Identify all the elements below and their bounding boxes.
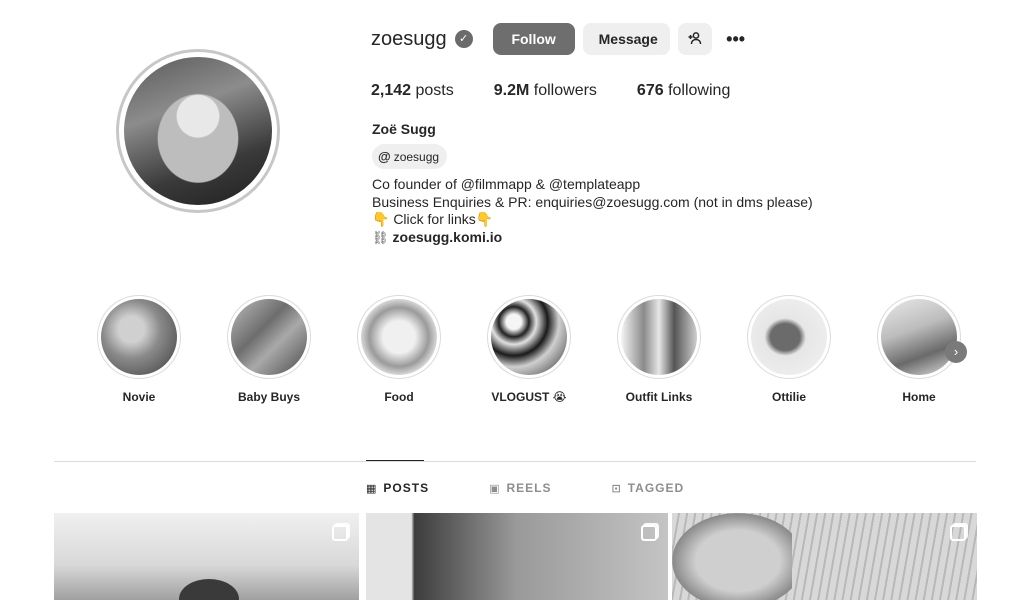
grid-icon: ▦ [366,482,378,495]
verified-badge-icon: ✓ [454,30,473,48]
highlight-cover [491,299,567,375]
posts-label: posts [415,82,454,99]
follow-button[interactable]: Follow [492,23,575,55]
chevron-right-icon[interactable]: › [945,341,967,363]
highlight-label: Food [384,390,414,404]
highlight-label: Outfit Links [625,390,693,404]
full-name: Zoë Sugg [372,121,436,137]
threads-handle: zoesugg [393,149,440,164]
highlight-cover [231,299,307,375]
tab-label: POSTS [383,481,430,495]
bio-link[interactable]: zoesugg.komi.io [393,229,503,245]
highlight-ring[interactable] [877,295,961,379]
highlight-ring[interactable] [617,295,701,379]
tab-reels[interactable]: ▣ REELS [489,481,551,495]
profile-tabs: ▦ POSTS ▣ REELS ⊡ TAGGED [366,481,744,495]
more-options-icon[interactable]: ••• [720,23,752,55]
story-highlights: Novie Baby Buys Food VLOGUST 😭 Outfit Li… [97,295,977,415]
profile-avatar[interactable] [124,57,272,205]
following-label: following [668,82,731,99]
bio-link-row[interactable]: ⛓ zoesugg.komi.io [372,229,813,247]
threads-icon: @ [378,149,391,164]
profile-stats: 2,142 posts 9.2M followers 676 following [371,82,770,100]
post-thumbnail[interactable] [54,513,359,600]
highlight-cover [361,299,437,375]
highlight-label: Home [902,390,936,404]
followers-stat[interactable]: 9.2M followers [494,82,597,100]
tab-label: TAGGED [627,481,685,495]
followers-count: 9.2M [493,82,530,99]
username: zoesugg [371,27,447,50]
highlight-label: Baby Buys [237,390,301,404]
following-stat[interactable]: 676 following [637,82,730,100]
highlight-item[interactable]: Food [357,295,441,404]
post-thumbnail[interactable] [366,513,668,600]
carousel-icon [641,525,657,541]
profile-header-row: zoesugg ✓ Follow Message ••• [371,23,752,55]
highlight-cover [751,299,827,375]
highlight-label: Novie [122,390,156,404]
tabs-divider [54,461,976,462]
highlight-item[interactable]: VLOGUST 😭 [487,295,571,404]
highlight-label: Ottilie [771,390,806,404]
reels-icon: ▣ [489,482,501,495]
link-icon: ⛓ [372,229,389,245]
highlight-item[interactable]: Outfit Links [617,295,701,404]
highlight-item[interactable]: Novie [97,295,181,404]
post-thumbnail[interactable] [672,513,977,600]
tagged-icon: ⊡ [611,482,622,495]
highlight-ring[interactable] [357,295,441,379]
carousel-icon [332,525,348,541]
message-button[interactable]: Message [582,23,670,55]
threads-badge[interactable]: @ zoesugg [372,144,448,169]
highlight-item[interactable]: Ottilie [747,295,831,404]
highlight-ring[interactable] [97,295,181,379]
tab-label: REELS [506,481,552,495]
posts-stat: 2,142 posts [371,82,454,100]
carousel-icon [950,525,966,541]
active-tab-indicator [366,460,424,461]
followers-label: followers [533,82,597,99]
highlight-ring[interactable] [487,295,571,379]
posts-count: 2,142 [371,82,412,99]
highlight-cover [621,299,697,375]
highlight-cover [881,299,957,375]
highlight-cover [101,299,177,375]
highlight-label: VLOGUST 😭 [491,390,567,404]
profile-avatar-ring[interactable] [116,49,280,213]
add-person-icon[interactable] [677,23,712,55]
bio-line: Co founder of @filmmapp & @templateapp [372,176,641,192]
bio-line: 👇 Click for links👇 [372,211,494,227]
highlight-ring[interactable] [227,295,311,379]
tab-tagged[interactable]: ⊡ TAGGED [612,481,685,495]
following-count: 676 [636,82,664,99]
tab-posts[interactable]: ▦ POSTS [366,481,429,495]
bio: Co founder of @filmmapp & @templateapp B… [372,176,813,246]
highlight-ring[interactable] [747,295,831,379]
bio-line: Business Enquiries & PR: enquiries@zoesu… [372,193,813,210]
highlight-item[interactable]: Baby Buys [227,295,311,404]
